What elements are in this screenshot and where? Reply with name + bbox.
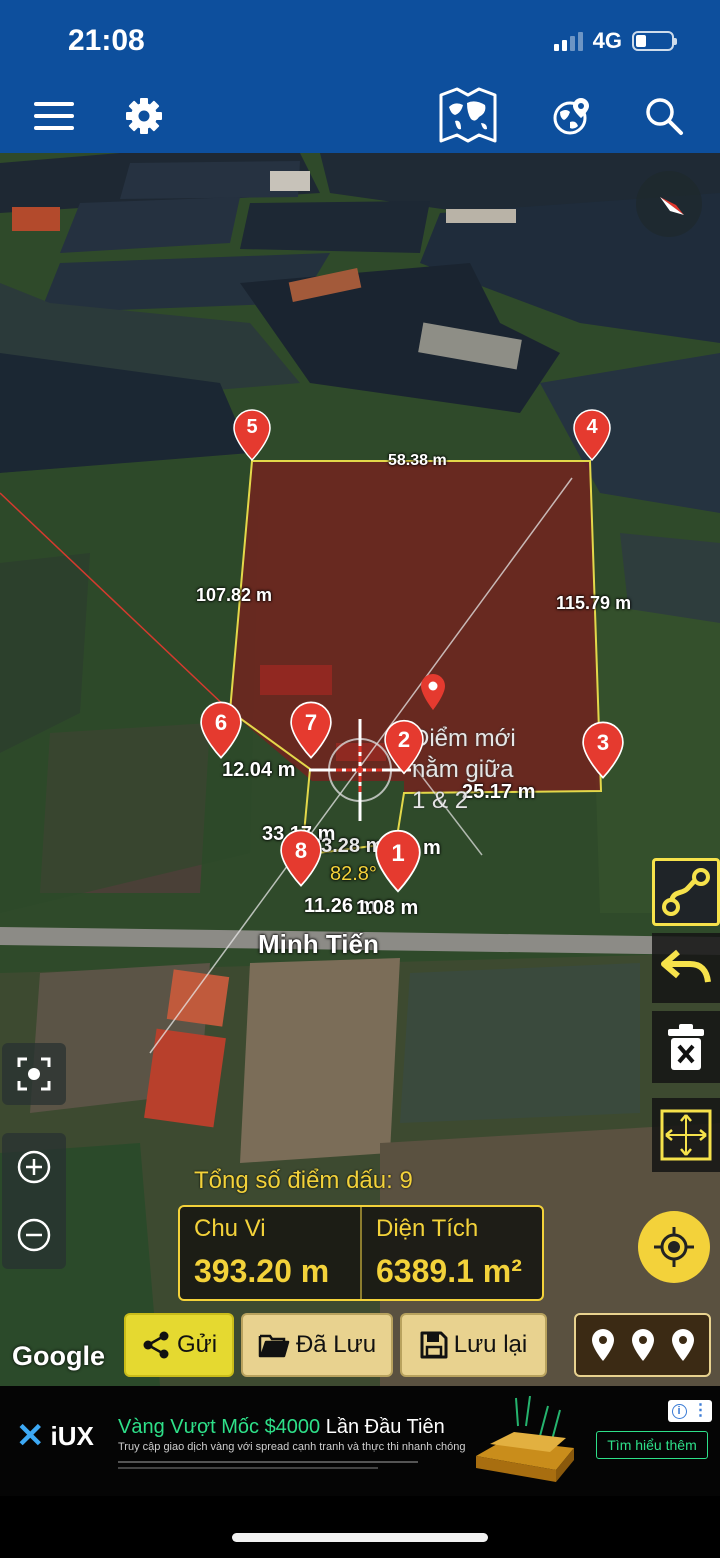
minus-circle-icon <box>17 1218 51 1252</box>
ad-title: Vàng Vượt Mốc $4000 Lần Đầu Tiên <box>118 1416 445 1438</box>
perimeter-value: 393.20 m <box>194 1253 330 1289</box>
points-list-button[interactable] <box>574 1313 711 1377</box>
floppy-disk-icon <box>420 1331 448 1359</box>
point-marker-5[interactable]: 5 <box>233 409 271 461</box>
menu-icon[interactable] <box>26 88 82 144</box>
location-pin-icon <box>631 1329 654 1361</box>
status-time: 21:08 <box>68 24 145 57</box>
perimeter-stat: Chu Vi 393.20 m <box>180 1207 360 1299</box>
route-icon <box>662 868 710 916</box>
undo-icon <box>661 949 711 983</box>
saved-button[interactable]: Đã Lưu <box>241 1313 393 1377</box>
point-marker-7[interactable]: 7 <box>290 701 332 759</box>
zoom-in-button[interactable] <box>2 1133 66 1201</box>
my-location-button[interactable] <box>638 1211 710 1283</box>
send-button[interactable]: Gửi <box>124 1313 234 1377</box>
point-marker-2[interactable]: 2 <box>384 719 424 775</box>
point-marker-6[interactable]: 6 <box>200 701 242 759</box>
measure-route-button[interactable] <box>652 858 720 926</box>
focus-icon <box>17 1057 51 1091</box>
app-screen: 21:08 4G 58.38 m 107.82 m 115.79 m 12.04… <box>0 0 720 1558</box>
settings-icon[interactable] <box>116 88 172 144</box>
perimeter-label: Chu Vi <box>194 1215 266 1242</box>
location-pin-icon <box>671 1329 694 1361</box>
midpoint-note: Điểm mới nằm giữa 1 & 2 <box>412 725 516 814</box>
undo-button[interactable] <box>652 933 720 1003</box>
zoom-controls <box>2 1133 66 1269</box>
globe-pin-icon[interactable] <box>544 88 600 144</box>
ad-info-icon[interactable]: i ⋮ <box>668 1400 712 1422</box>
plus-circle-icon <box>17 1150 51 1184</box>
search-icon[interactable] <box>636 88 692 144</box>
compass-icon[interactable] <box>636 171 702 237</box>
edge-label: 12.04 m <box>222 759 296 781</box>
home-indicator[interactable] <box>232 1533 488 1542</box>
area-label: Diện Tích <box>376 1215 479 1242</box>
angle-label: 82.8° <box>330 863 377 885</box>
area-stat: Diện Tích 6389.1 m² <box>360 1207 542 1299</box>
ad-brand-logo: ✕ iUX <box>16 1417 94 1455</box>
ad-fine-print <box>118 1458 458 1474</box>
expand-icon <box>660 1109 712 1161</box>
ad-subtitle: Truy cập giao dịch vàng với spread cạnh … <box>118 1441 466 1453</box>
trash-icon <box>668 1024 704 1070</box>
status-indicators: 4G <box>553 28 677 54</box>
ad-x-icon: ✕ <box>16 1417 45 1455</box>
save-button[interactable]: Lưu lại <box>400 1313 547 1377</box>
focus-button[interactable] <box>2 1043 66 1105</box>
edge-label: 107.82 m <box>196 585 273 605</box>
satellite-map[interactable]: 58.38 m 107.82 m 115.79 m 12.04 m 25.17 … <box>0 153 720 1386</box>
edge-label: 115.79 m <box>556 593 632 613</box>
measurement-panel: Chu Vi 393.20 m Diện Tích 6389.1 m² <box>178 1205 544 1301</box>
point-marker-4[interactable]: 4 <box>573 409 611 461</box>
edge-label: 58.38 m <box>388 452 447 469</box>
crosshair-gps-icon <box>654 1227 694 1267</box>
point-marker-3[interactable]: 3 <box>582 721 624 779</box>
street-label: Minh Tiến <box>258 929 379 959</box>
signal-icon <box>553 31 583 51</box>
ad-cta-button[interactable]: Tìm hiểu thêm <box>596 1431 708 1459</box>
point-marker-1[interactable]: 1 <box>375 829 421 893</box>
point-count: Tổng số điểm dấu: 9 <box>194 1167 413 1194</box>
google-attribution: Google <box>12 1341 105 1371</box>
point-marker-8[interactable]: 8 <box>280 829 322 887</box>
world-map-icon[interactable] <box>436 84 500 148</box>
share-icon <box>143 1331 169 1359</box>
gold-bars-image <box>476 1396 574 1482</box>
midpoint-marker-icon[interactable] <box>420 673 446 711</box>
edge-label: m <box>423 837 441 859</box>
delete-button[interactable] <box>652 1011 720 1083</box>
area-value: 6389.1 m² <box>376 1253 522 1289</box>
fit-bounds-button[interactable] <box>652 1098 720 1172</box>
location-pin-icon <box>591 1329 614 1361</box>
top-bar: 21:08 4G <box>0 0 720 153</box>
battery-icon <box>632 31 677 51</box>
ad-banner[interactable]: ✕ iUX Vàng Vượt Mốc $4000 Lần Đầu Tiên T… <box>0 1386 720 1496</box>
network-type: 4G <box>592 28 622 53</box>
zoom-out-button[interactable] <box>2 1201 66 1269</box>
folder-open-icon <box>258 1334 290 1358</box>
edge-label: 1.08 m <box>356 897 419 919</box>
